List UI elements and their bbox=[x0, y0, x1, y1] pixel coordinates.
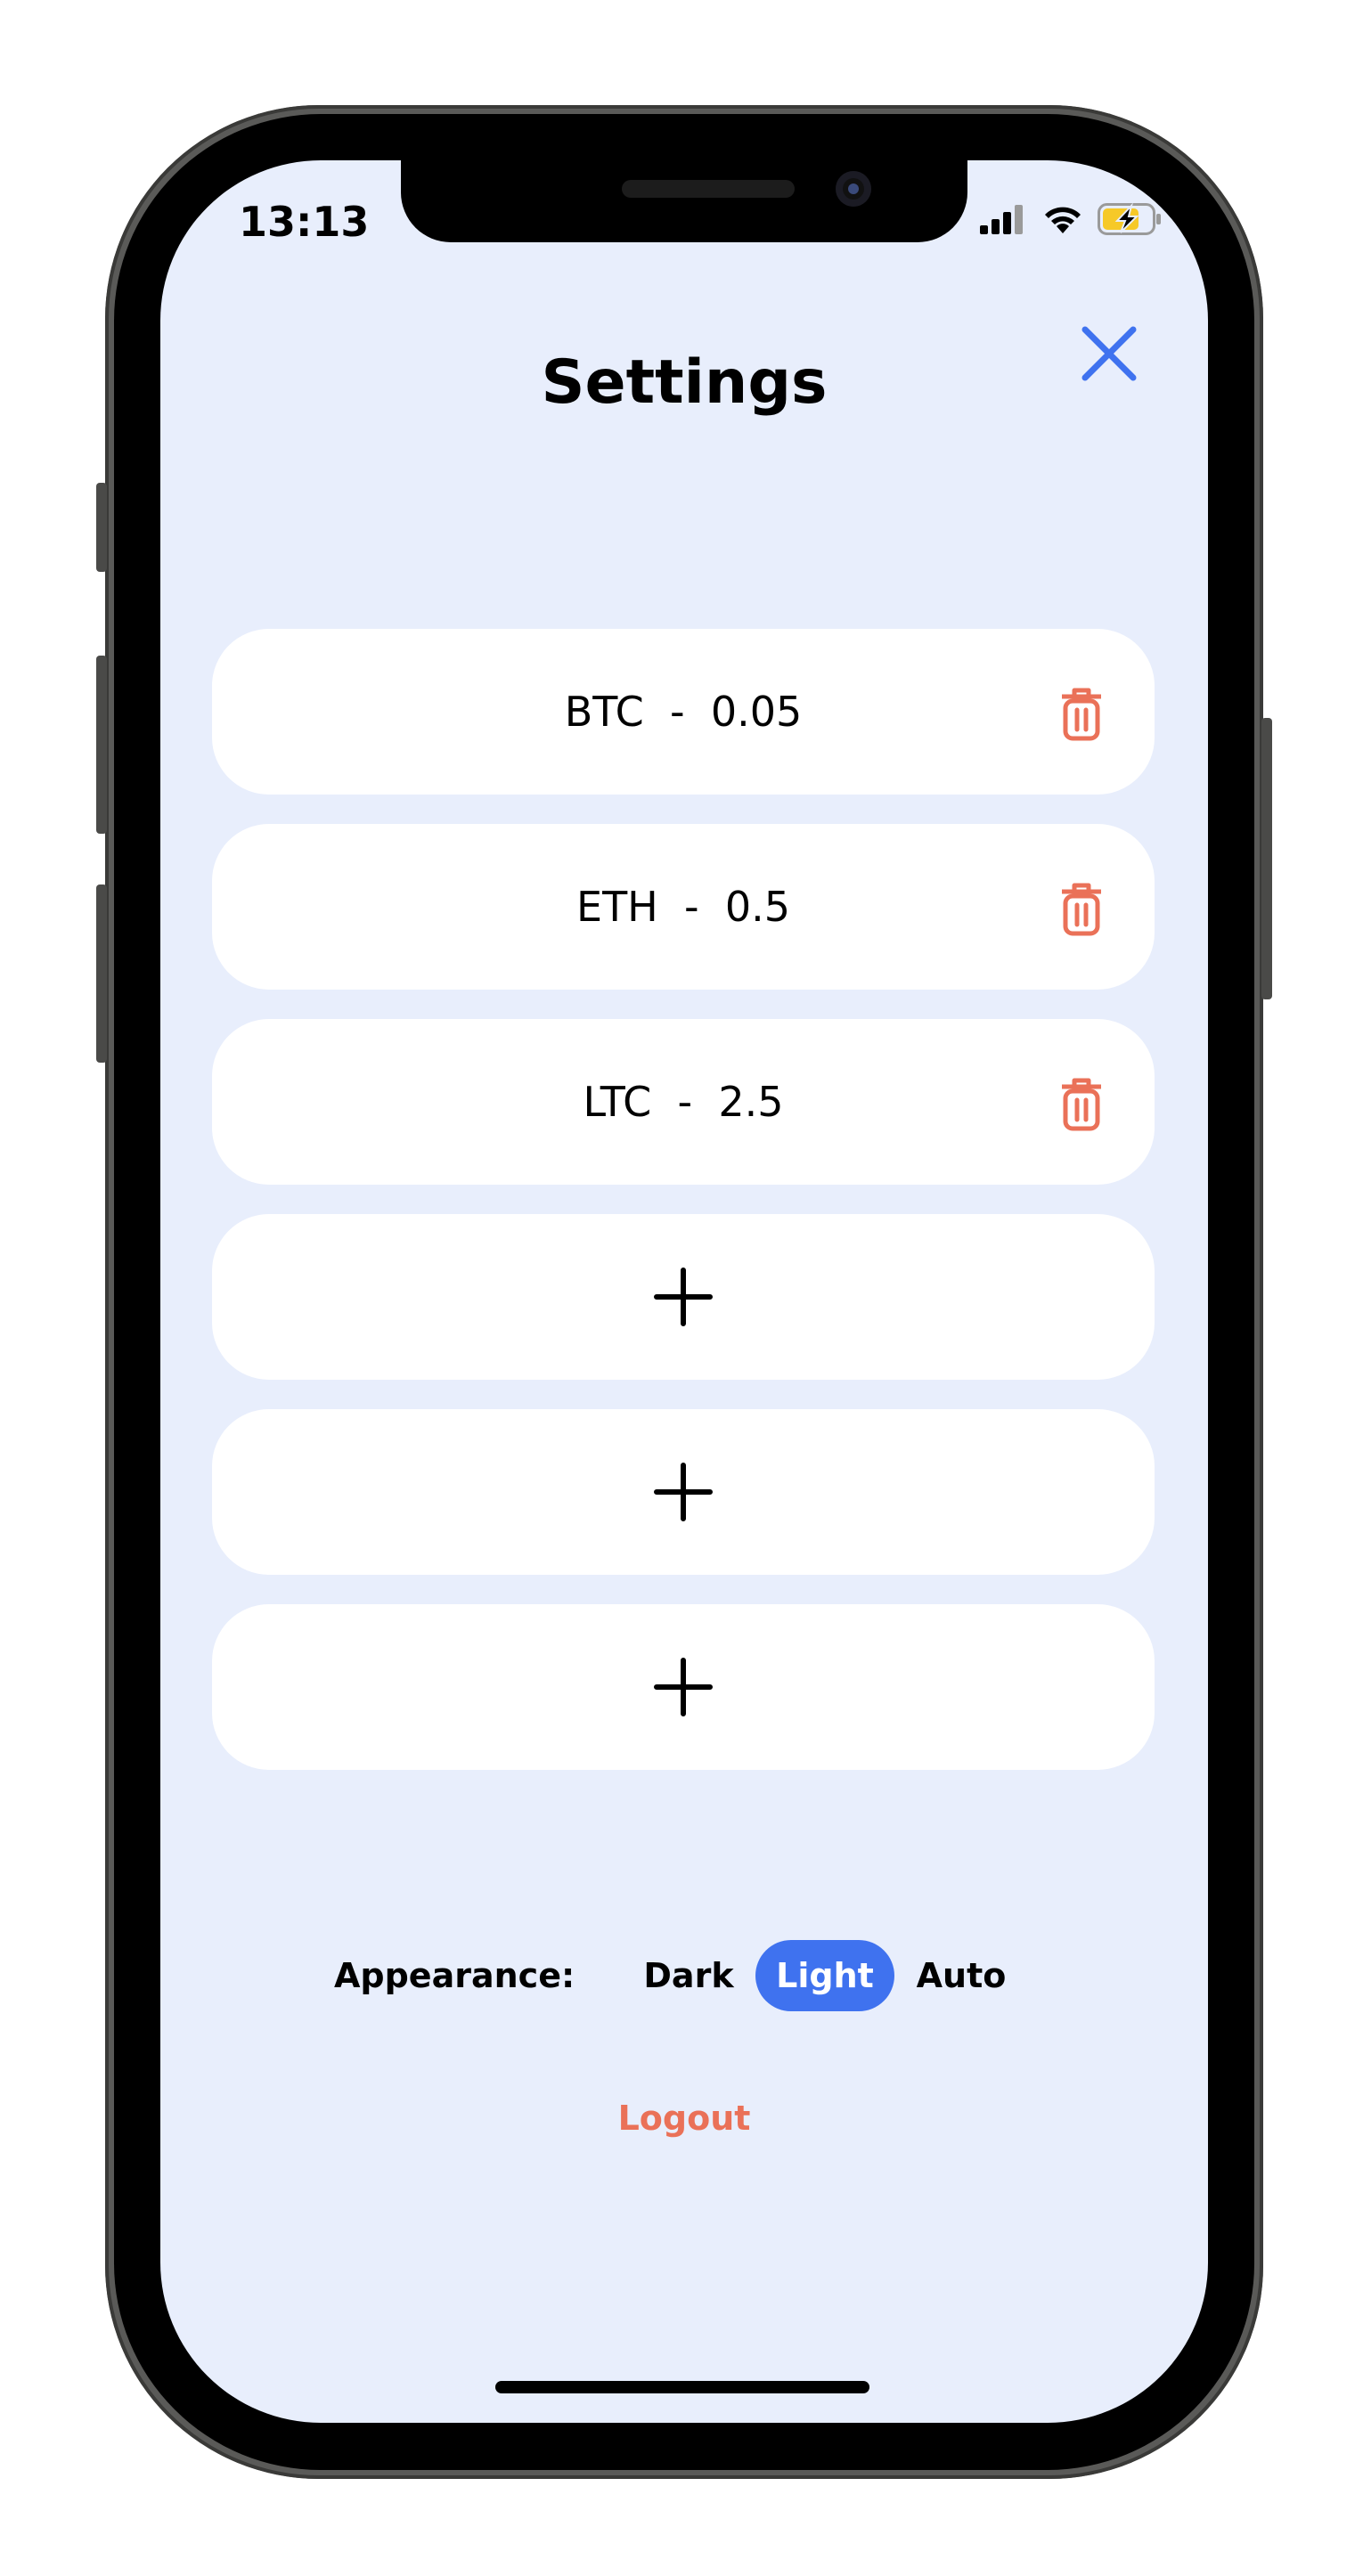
logout-button[interactable]: Logout bbox=[160, 2099, 1208, 2138]
holding-label: ETH - 0.5 bbox=[576, 883, 790, 931]
battery-charging-icon bbox=[1098, 203, 1161, 235]
camera-icon bbox=[836, 171, 871, 207]
signal-icon bbox=[980, 205, 1023, 234]
notch bbox=[401, 160, 967, 242]
appearance-option-auto[interactable]: Auto bbox=[903, 1940, 1019, 2011]
appearance-option-light[interactable]: Light bbox=[755, 1940, 894, 2011]
home-indicator bbox=[495, 2381, 869, 2393]
add-holding-button[interactable] bbox=[212, 1409, 1155, 1575]
mute-switch bbox=[96, 483, 107, 572]
trash-icon[interactable] bbox=[1058, 881, 1105, 936]
plus-icon bbox=[654, 1658, 713, 1716]
add-holding-button[interactable] bbox=[212, 1604, 1155, 1770]
page-title: Settings bbox=[541, 347, 828, 418]
volume-up-button bbox=[96, 656, 107, 834]
power-button bbox=[1261, 718, 1272, 999]
plus-icon bbox=[654, 1463, 713, 1521]
holding-card-eth[interactable]: ETH - 0.5 bbox=[212, 824, 1155, 990]
app-screen: 13:13 Settings BTC - 0.05 ETH - 0.5 LTC … bbox=[160, 160, 1208, 2423]
volume-down-button bbox=[96, 884, 107, 1063]
status-time: 13:13 bbox=[239, 198, 370, 246]
plus-icon bbox=[654, 1268, 713, 1326]
add-holding-button[interactable] bbox=[212, 1214, 1155, 1380]
appearance-label: Appearance: bbox=[334, 1956, 575, 1995]
holding-label: LTC - 2.5 bbox=[583, 1078, 784, 1126]
appearance-option-dark[interactable]: Dark bbox=[631, 1940, 747, 2011]
holding-label: BTC - 0.05 bbox=[564, 688, 803, 736]
holding-card-ltc[interactable]: LTC - 2.5 bbox=[212, 1019, 1155, 1185]
trash-icon[interactable] bbox=[1058, 1076, 1105, 1131]
status-icons bbox=[978, 203, 1162, 235]
holding-card-btc[interactable]: BTC - 0.05 bbox=[212, 629, 1155, 795]
wifi-icon bbox=[1045, 207, 1081, 233]
trash-icon[interactable] bbox=[1058, 686, 1105, 741]
appearance-row: Appearance: Dark Light Auto bbox=[160, 1940, 1208, 2011]
speaker-grille bbox=[622, 180, 795, 198]
close-icon[interactable] bbox=[1078, 322, 1140, 385]
